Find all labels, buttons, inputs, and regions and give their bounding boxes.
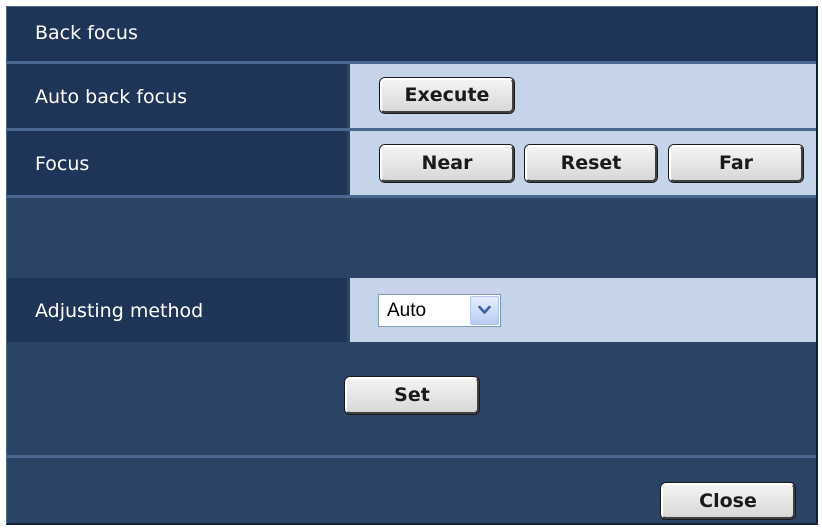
dropdown-arrow-button[interactable] <box>470 296 499 325</box>
dialog-title: Back focus <box>35 22 138 44</box>
set-button[interactable]: Set <box>345 377 479 414</box>
auto-back-focus-field-cell: Execute <box>350 64 816 128</box>
back-focus-dialog: Back focus Auto back focus Execute Focus… <box>6 6 818 525</box>
adjusting-method-selected-value: Auto <box>387 300 427 321</box>
near-button[interactable]: Near <box>380 145 514 182</box>
row-separator <box>7 195 816 198</box>
auto-back-focus-label-cell: Auto back focus <box>7 64 347 128</box>
dialog-title-bar: Back focus <box>7 7 816 64</box>
footer-separator <box>7 455 816 458</box>
reset-button[interactable]: Reset <box>525 145 657 182</box>
close-button[interactable]: Close <box>661 483 795 519</box>
adjusting-method-label-cell: Adjusting method <box>7 278 347 342</box>
execute-button[interactable]: Execute <box>380 78 514 113</box>
adjusting-method-label: Adjusting method <box>35 300 204 322</box>
far-button[interactable]: Far <box>669 145 803 182</box>
chevron-down-icon <box>478 305 491 314</box>
focus-field-cell: Near Reset Far <box>350 131 816 195</box>
focus-row: Focus Near Reset Far <box>7 131 816 195</box>
auto-back-focus-row: Auto back focus Execute <box>7 64 816 128</box>
adjusting-method-row: Adjusting method Auto <box>7 278 816 342</box>
auto-back-focus-label: Auto back focus <box>35 86 188 108</box>
focus-label-cell: Focus <box>7 131 347 195</box>
focus-label: Focus <box>35 153 90 175</box>
adjusting-method-field-cell: Auto <box>350 278 816 342</box>
adjusting-method-select[interactable]: Auto <box>378 294 501 327</box>
